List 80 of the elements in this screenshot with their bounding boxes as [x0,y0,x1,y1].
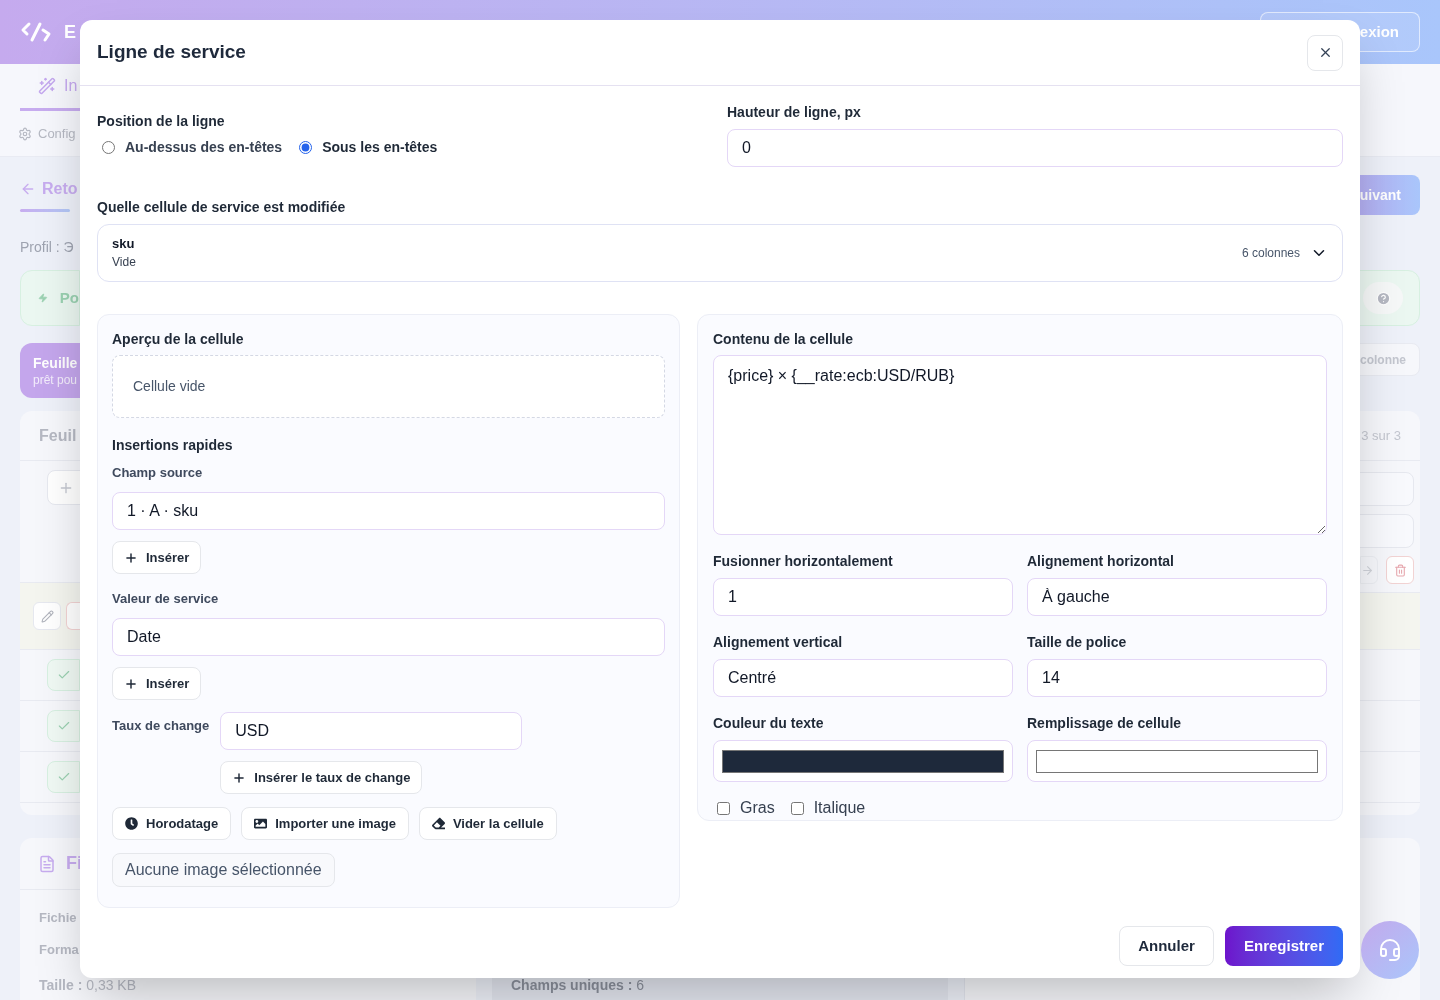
input-field[interactable]: USD [220,712,523,750]
insert-button[interactable]: Insérer [112,541,202,574]
field-label: Taille de police [1027,633,1128,652]
input-field[interactable]: À gauche [1027,578,1327,616]
check-icon [57,719,71,733]
check-icon [57,770,71,784]
section-title: Insertions rapides [112,437,233,453]
field-label: Valeur de service [112,591,219,606]
field-label: Champ source [112,465,203,480]
file-size: Taille : 0,33 KB [39,976,138,995]
checkbox-label: Gras [740,798,775,818]
field-label: Position de la ligne [97,112,226,131]
profile-label: Profil : Э [20,238,75,257]
radio-label: Au-dessus des en-têtes [125,138,283,157]
plus-icon [124,550,138,565]
dialog-title: Ligne de service [97,40,246,65]
field-label: Taux de change [112,718,210,733]
confirm-button[interactable] [47,761,80,793]
help-icon [1375,290,1391,306]
close-button[interactable] [1307,34,1343,71]
brand-name: E [64,20,76,44]
cell-select[interactable]: sku Vide 6 colonnes [97,224,1343,282]
check-icon [57,668,71,682]
field-label: Remplissage de cellule [1027,714,1183,733]
magic-wand-icon [38,77,56,95]
input-field[interactable]: Centré [713,659,1013,697]
field-label: Couleur du texte [713,714,825,733]
checkbox-label: Italique [813,798,866,818]
color-field[interactable] [713,740,1013,782]
field-label: Quelle cellule de service est modifiée [97,198,347,217]
logo-icon [20,20,52,44]
radio-label: Sous les en-têtes [322,138,438,157]
action-button[interactable]: Horodatage [112,807,232,840]
field-label: Alignement vertical [713,633,844,652]
arrow-right-icon [1361,563,1374,577]
field-label: Hauteur de ligne, px [727,103,862,122]
input-field[interactable]: 1 [713,578,1013,616]
field-label: Fusionner horizontalement [713,552,894,571]
trash-icon [1393,563,1407,577]
lightning-icon [38,290,48,306]
file-property-label: Forma [39,942,80,958]
document-icon [38,854,56,873]
content-textarea[interactable]: {price} × {__rate:ecb:USD/RUB} [713,355,1327,535]
file-property-label: Fichie [39,910,78,926]
settings-icon [18,126,32,141]
save-button[interactable]: Enregistrer [1225,926,1343,966]
insert-button[interactable]: Insérer le taux de change [220,761,423,794]
panel-title: Feuil [39,425,77,446]
pencil-icon [40,609,54,623]
clock-icon [125,817,138,830]
image-status: Aucune image sélectionnée [112,853,335,887]
section-title: Contenu de la cellule [713,330,855,349]
input-field[interactable]: Date [112,618,665,656]
arrow-left-icon [20,181,36,197]
headset-icon [1378,938,1402,962]
field-label: Alignement horizontal [1027,552,1175,571]
insert-button[interactable]: Insérer [112,667,202,700]
tip-card: Po [20,270,80,326]
plus-icon [124,676,138,691]
input-field[interactable]: 1 · A · sku [112,492,665,530]
checkbox[interactable] [717,801,730,815]
unique-fields-count: Champs uniques : 6 [511,976,646,995]
action-button[interactable]: Vider la cellule [418,807,557,840]
confirm-button[interactable] [47,659,80,691]
section-title: Aperçu de la cellule [112,330,245,349]
plus-icon [232,770,247,785]
input-field[interactable]: 14 [1027,659,1327,697]
help-button[interactable] [1363,282,1403,314]
eraser-icon [431,817,445,830]
action-button[interactable]: Importer une image [241,807,409,840]
radio-button[interactable] [299,141,313,154]
image-icon [254,817,268,830]
checkbox[interactable] [790,801,804,815]
radio-button[interactable] [102,141,115,154]
edit-button[interactable] [33,602,61,630]
cell-preview: Cellule vide [112,355,665,418]
confirm-button[interactable] [47,710,80,742]
cancel-button[interactable]: Annuler [1119,926,1214,966]
input-field[interactable]: 0 [727,129,1343,167]
color-field[interactable] [1027,740,1327,782]
